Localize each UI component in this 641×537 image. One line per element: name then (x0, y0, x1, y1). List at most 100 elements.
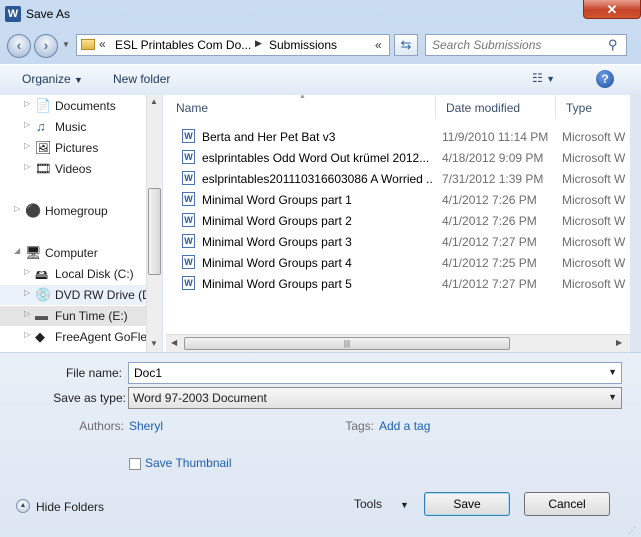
expand-icon[interactable]: ▷ (24, 288, 30, 297)
nav-item-music[interactable]: ▷ ♫ Music (0, 117, 150, 137)
address-bar[interactable]: « ESL Printables Com Do... ▶ Submissions… (76, 34, 390, 56)
file-name-combobox[interactable]: ▼ (128, 362, 622, 384)
command-toolbar: Organize ▼ New folder ☷ ▼ ? (0, 64, 641, 96)
refresh-button[interactable]: ⇆ (394, 34, 418, 56)
address-history-icon[interactable]: « (375, 38, 382, 52)
close-button[interactable]: ✕ (583, 0, 641, 19)
folder-icon (81, 39, 95, 50)
chevron-down-icon[interactable]: ▼ (608, 392, 617, 402)
scroll-down-icon[interactable]: ▼ (150, 339, 158, 348)
file-row[interactable]: W Minimal Word Groups part 2 4/1/2012 7:… (174, 210, 630, 231)
file-row[interactable]: W Berta and Her Pet Bat v3 11/9/2010 11:… (174, 126, 630, 147)
right-edge-scrollbar[interactable] (630, 95, 641, 352)
help-button[interactable]: ? (596, 70, 614, 88)
column-header-date[interactable]: Date modified (436, 95, 556, 119)
tools-button[interactable]: Tools (354, 497, 382, 511)
nav-item-fun-time[interactable]: ▷ ▬ Fun Time (E:) (0, 306, 150, 326)
computer-icon: 🖥 (25, 245, 42, 260)
organize-button[interactable]: Organize ▼ (22, 72, 83, 86)
word-document-icon: W (182, 129, 195, 143)
music-icon: ♫ (36, 119, 46, 134)
nav-item-freeagent[interactable]: ▷ ◆ FreeAgent GoFle: (0, 327, 150, 347)
search-input[interactable] (426, 35, 613, 55)
nav-item-local-disk[interactable]: ▷ 🖴 Local Disk (C:) (0, 264, 150, 284)
column-header-type[interactable]: Type (556, 95, 630, 119)
dvd-icon: 💿 (35, 287, 52, 302)
view-list-icon: ☷ (532, 71, 543, 85)
hide-folders-button[interactable]: ▲ (16, 499, 30, 513)
word-app-icon: W (5, 6, 21, 22)
nav-scrollbar[interactable]: ▲ ▼ (146, 95, 162, 352)
homegroup-icon: ⚫ (25, 203, 42, 218)
horizontal-scrollbar[interactable]: ◀ ||| ▶ (166, 334, 630, 352)
save-as-type-select[interactable]: Word 97-2003 Document ▼ (128, 387, 622, 409)
file-row[interactable]: W Minimal Word Groups part 4 4/1/2012 7:… (174, 252, 630, 273)
breadcrumb-segment-current[interactable]: Submissions (269, 38, 337, 52)
nav-item-pictures[interactable]: ▷ 🖼 Pictures (0, 138, 150, 158)
cancel-button[interactable]: Cancel (524, 492, 610, 516)
save-button[interactable]: Save (424, 492, 510, 516)
window-title: Save As (26, 7, 71, 21)
save-thumbnail-checkbox[interactable] (129, 458, 141, 470)
save-as-type-label: Save as type: (53, 391, 126, 405)
chevron-down-icon[interactable]: ▼ (400, 500, 409, 510)
scroll-right-icon[interactable]: ▶ (616, 338, 622, 347)
chevron-down-icon: ▼ (546, 74, 556, 84)
expand-icon[interactable]: ▷ (24, 162, 30, 171)
back-button[interactable]: ‹ (7, 34, 31, 58)
word-document-icon: W (182, 192, 195, 206)
hide-folders-label[interactable]: Hide Folders (36, 500, 104, 514)
expand-icon[interactable]: ▷ (14, 204, 20, 213)
chevron-down-icon[interactable]: ▼ (608, 367, 617, 377)
file-row[interactable]: W Minimal Word Groups part 5 4/1/2012 7:… (174, 273, 630, 294)
expand-icon[interactable]: ▷ (24, 309, 30, 318)
forward-button[interactable]: › (34, 34, 58, 58)
pictures-icon: 🖼 (35, 140, 52, 155)
scroll-up-icon[interactable]: ▲ (150, 97, 158, 106)
collapse-icon[interactable]: ◢ (14, 246, 20, 255)
breadcrumb-segment-parent[interactable]: ESL Printables Com Do... (115, 38, 251, 52)
expand-icon[interactable]: ▷ (24, 141, 30, 150)
file-row[interactable]: W eslprintables Odd Word Out krümel 2012… (174, 147, 630, 168)
authors-value[interactable]: Sheryl (129, 419, 163, 433)
column-header-name[interactable]: Name ▲ (166, 95, 436, 119)
expand-icon[interactable]: ▷ (24, 330, 30, 339)
tags-field[interactable]: Add a tag (379, 419, 430, 433)
drive-icon: ▬ (35, 308, 48, 323)
close-icon: ✕ (606, 2, 618, 17)
search-box[interactable]: ⚲ (425, 34, 627, 56)
change-view-button[interactable]: ☷ ▼ (532, 71, 555, 85)
refresh-icon: ⇆ (400, 37, 412, 52)
nav-item-dvd-drive[interactable]: ▷ 💿 DVD RW Drive (D (0, 285, 151, 305)
help-icon: ? (601, 72, 609, 86)
sort-ascending-icon: ▲ (299, 95, 306, 100)
search-icon[interactable]: ⚲ (608, 37, 618, 53)
nav-item-documents[interactable]: ▷ 📄 Documents (0, 96, 150, 116)
scroll-left-icon[interactable]: ◀ (171, 338, 177, 347)
save-as-dialog: W Save As ✕ ‹ › ▼ « ESL Printables Com D… (0, 0, 641, 537)
resize-grip-icon[interactable]: ⋰ (628, 526, 636, 535)
save-thumbnail-label[interactable]: Save Thumbnail (145, 456, 232, 470)
expand-icon[interactable]: ▷ (24, 99, 30, 108)
nav-scroll-thumb[interactable] (148, 188, 161, 275)
address-overflow-icon[interactable]: « (99, 37, 106, 51)
expand-icon[interactable]: ▷ (24, 267, 30, 276)
file-row[interactable]: W Minimal Word Groups part 3 4/1/2012 7:… (174, 231, 630, 252)
authors-label: Authors: (79, 419, 124, 433)
horizontal-scroll-thumb[interactable]: ||| (184, 337, 510, 350)
title-bar: W Save As ✕ (0, 0, 641, 30)
nav-item-homegroup[interactable]: ▷ ⚫ Homegroup (0, 201, 150, 221)
nav-item-computer[interactable]: ◢ 🖥 Computer (0, 243, 150, 263)
nav-item-videos[interactable]: ▷ 🎞 Videos (0, 159, 150, 179)
history-dropdown-icon[interactable]: ▼ (62, 40, 70, 49)
expand-icon[interactable]: ▷ (24, 120, 30, 129)
file-row[interactable]: W Minimal Word Groups part 1 4/1/2012 7:… (174, 189, 630, 210)
file-name-input[interactable] (129, 363, 599, 383)
tags-label: Tags: (345, 419, 374, 433)
file-name-label: File name: (65, 366, 122, 380)
breadcrumb-separator-icon[interactable]: ▶ (255, 38, 262, 49)
file-row[interactable]: W eslprintables201110316603086 A Worried… (174, 168, 630, 189)
file-list: Name ▲ Date modified Type W Berta and He… (166, 95, 630, 352)
word-document-icon: W (182, 234, 195, 248)
new-folder-button[interactable]: New folder (113, 72, 170, 86)
